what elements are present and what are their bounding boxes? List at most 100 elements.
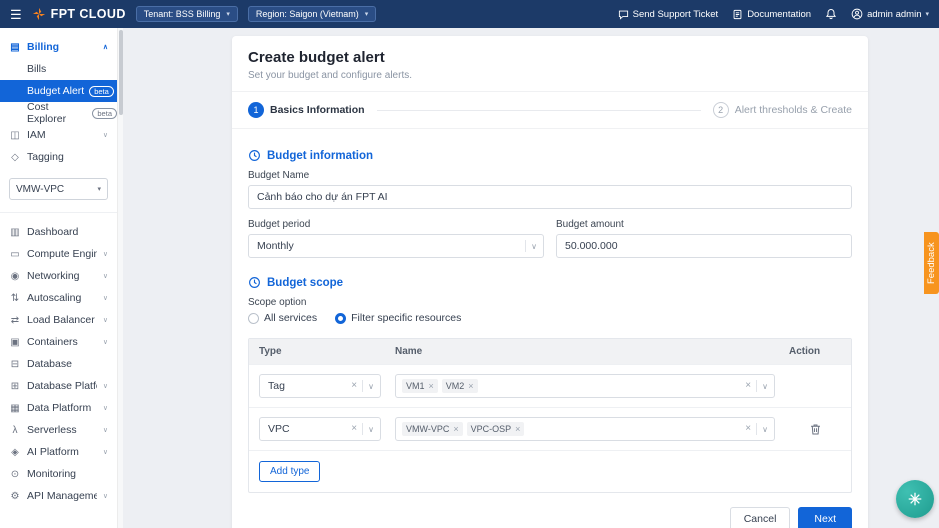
clear-icon[interactable]: ×	[351, 424, 357, 434]
clear-icon[interactable]: ×	[351, 381, 357, 391]
ai-platform-icon: ◈	[9, 447, 21, 458]
chevron-down-icon: ∨	[103, 448, 108, 456]
sidebar-item-data-platform[interactable]: ▦Data Platform∨	[0, 397, 117, 419]
sidebar-item-dashboard[interactable]: ▥Dashboard	[0, 221, 117, 243]
step-alert-thresholds: 2 Alert thresholds & Create	[713, 102, 852, 118]
brand-logo[interactable]: FPT CLOUD	[32, 7, 126, 21]
page-subtitle: Set your budget and configure alerts.	[248, 70, 852, 81]
tenant-label: Tenant: BSS Billing	[144, 9, 221, 19]
sidebar-item-serverless[interactable]: λServerless∨	[0, 419, 117, 441]
vpc-selector[interactable]: VMW-VPC ▾	[9, 178, 108, 200]
radio-circle-icon	[248, 313, 259, 324]
sidebar-item-tagging[interactable]: ◇ Tagging	[0, 146, 117, 168]
sidebar-item-iam[interactable]: ◫ IAM ∨	[0, 124, 117, 146]
cancel-button[interactable]: Cancel	[730, 507, 791, 528]
billing-icon: ▤	[9, 42, 21, 53]
sidebar-scrollbar[interactable]	[117, 28, 123, 528]
clock-icon	[248, 276, 261, 289]
chevron-down-icon: ∨	[103, 426, 108, 434]
sidebar-item-budget-alert[interactable]: Budget Alert beta	[0, 80, 117, 102]
iam-icon: ◫	[9, 130, 21, 141]
tag-chip: VPC-OSP×	[467, 422, 525, 436]
user-menu[interactable]: admin admin ▾	[851, 8, 929, 20]
radio-filter-specific-resources[interactable]: Filter specific resources	[335, 312, 461, 324]
delete-row-button[interactable]	[807, 421, 824, 438]
sidebar-nav-list: ▥Dashboard ▭Compute Engine∨ ◉Networking∨…	[0, 213, 117, 507]
sidebar-item-bills[interactable]: Bills	[0, 58, 117, 80]
sidebar-item-autoscaling[interactable]: ⇅Autoscaling∨	[0, 287, 117, 309]
scrollbar-thumb[interactable]	[119, 30, 123, 115]
type-select-row-2[interactable]: VPC ×∨	[259, 417, 381, 441]
documentation-link[interactable]: Documentation	[732, 9, 811, 20]
clear-icon[interactable]: ×	[745, 381, 751, 391]
tag-chip: VMW-VPC×	[402, 422, 463, 436]
dashboard-icon: ▥	[9, 227, 21, 238]
budget-name-input[interactable]	[248, 185, 852, 209]
chat-support-button[interactable]	[896, 480, 934, 518]
chevron-down-icon: ▾	[365, 10, 369, 18]
table-header-row: Type Name Action	[249, 339, 851, 364]
scope-option-radios: All services Filter specific resources	[248, 312, 852, 324]
main-area: Create budget alert Set your budget and …	[123, 28, 939, 528]
chevron-down-icon[interactable]: ∨	[762, 382, 768, 391]
table-row: VPC ×∨ VMW-VPC× VPC-OSP× ×∨	[249, 407, 851, 450]
sidebar-item-cost-explorer[interactable]: Cost Explorer beta	[0, 102, 117, 124]
sidebar-item-containers[interactable]: ▣Containers∨	[0, 331, 117, 353]
budget-period-label: Budget period	[248, 219, 544, 230]
feedback-tab[interactable]: Feedback	[924, 232, 939, 294]
sidebar-item-billing[interactable]: ▤ Billing ∧	[0, 36, 117, 58]
chevron-down-icon: ∨	[103, 338, 108, 346]
api-management-icon: ⚙	[9, 491, 21, 502]
page-title: Create budget alert	[248, 49, 852, 66]
chevron-down-icon: ∨	[103, 250, 108, 258]
tenant-selector[interactable]: Tenant: BSS Billing ▾	[136, 6, 238, 22]
sidebar-item-database-platform[interactable]: ⊞Database Platform∨	[0, 375, 117, 397]
chevron-down-icon[interactable]: ∨	[368, 425, 374, 434]
budget-period-select[interactable]: Monthly ∨	[248, 234, 544, 258]
budget-amount-field: Budget amount	[556, 211, 852, 258]
budget-name-label: Budget Name	[248, 170, 852, 181]
sidebar-item-ai-platform[interactable]: ◈AI Platform∨	[0, 441, 117, 463]
chevron-down-icon[interactable]: ∨	[762, 425, 768, 434]
sidebar-item-api-management[interactable]: ⚙API Management∨	[0, 485, 117, 507]
name-multiselect-row-1[interactable]: VM1× VM2× ×∨	[395, 374, 775, 398]
clear-icon[interactable]: ×	[745, 424, 751, 434]
chevron-down-icon[interactable]: ∨	[531, 242, 537, 251]
remove-icon[interactable]: ×	[515, 424, 520, 434]
hamburger-menu-icon[interactable]: ☰	[10, 8, 22, 21]
create-budget-alert-card: Create budget alert Set your budget and …	[232, 36, 868, 528]
chevron-up-icon: ∧	[103, 43, 108, 51]
row-action-cell	[789, 421, 841, 438]
sidebar-item-database[interactable]: ⊟Database	[0, 353, 117, 375]
chevron-down-icon: ∨	[103, 272, 108, 280]
name-multiselect-row-2[interactable]: VMW-VPC× VPC-OSP× × ∨	[395, 417, 775, 441]
region-label: Region: Saigon (Vietnam)	[256, 9, 359, 19]
remove-icon[interactable]: ×	[468, 381, 473, 391]
sidebar-item-monitoring[interactable]: ⊙Monitoring	[0, 463, 117, 485]
notifications-bell-icon[interactable]	[825, 8, 837, 20]
topbar: ☰ FPT CLOUD Tenant: BSS Billing ▾ Region…	[0, 0, 939, 28]
remove-icon[interactable]: ×	[429, 381, 434, 391]
radio-all-services[interactable]: All services	[248, 312, 317, 324]
send-support-ticket-link[interactable]: Send Support Ticket	[618, 9, 719, 20]
region-selector[interactable]: Region: Saigon (Vietnam) ▾	[248, 6, 376, 22]
chevron-down-icon: ∨	[103, 492, 108, 500]
database-platform-icon: ⊞	[9, 381, 21, 392]
remove-icon[interactable]: ×	[453, 424, 458, 434]
budget-amount-input[interactable]	[556, 234, 852, 258]
type-select-row-1[interactable]: Tag ×∨	[259, 374, 381, 398]
add-type-button[interactable]: Add type	[259, 461, 320, 482]
chevron-down-icon[interactable]: ∨	[368, 382, 374, 391]
chevron-down-icon: ∨	[103, 382, 108, 390]
step-number: 2	[713, 102, 729, 118]
database-icon: ⊟	[9, 359, 21, 370]
sidebar-item-compute-engine[interactable]: ▭Compute Engine∨	[0, 243, 117, 265]
chevron-down-icon: ▾	[925, 10, 929, 18]
sidebar-item-networking[interactable]: ◉Networking∨	[0, 265, 117, 287]
card-header: Create budget alert Set your budget and …	[232, 36, 868, 91]
sidebar: ▤ Billing ∧ Bills Budget Alert beta Cost…	[0, 28, 117, 528]
autoscaling-icon: ⇅	[9, 293, 21, 304]
next-button[interactable]: Next	[798, 507, 852, 528]
sidebar-item-load-balancer[interactable]: ⇄Load Balancer∨	[0, 309, 117, 331]
chevron-down-icon: ▾	[226, 10, 230, 18]
